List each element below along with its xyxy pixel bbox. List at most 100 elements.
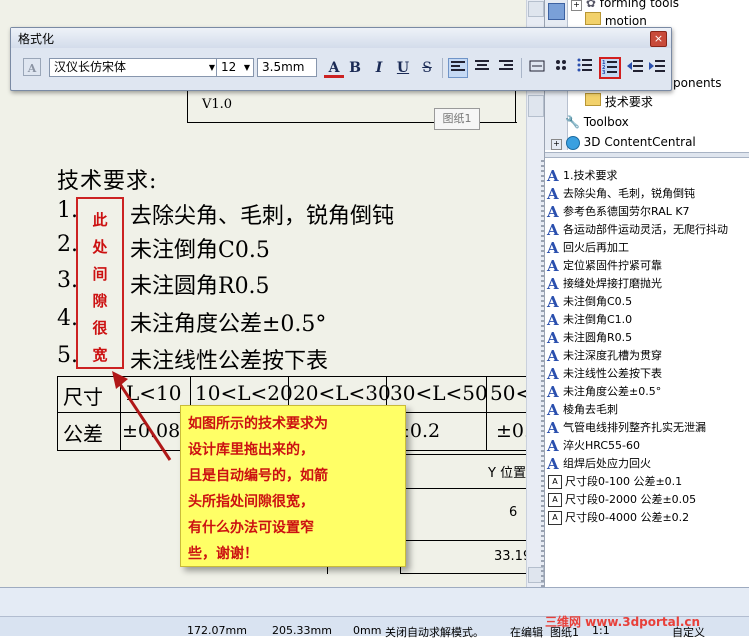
chevron-down-icon: ▼ [208,63,215,72]
symbol-icon [556,60,566,70]
title-block-line [400,488,527,489]
table-cell: 30<L<50 [390,381,488,405]
close-button[interactable]: × [650,31,667,47]
item-number: 3. [57,268,78,293]
font-size-select[interactable]: 12 ▼ [216,58,254,77]
tree-item[interactable]: 技术要求 [585,93,653,111]
scroll-up-button[interactable] [528,1,544,17]
library-item[interactable]: A 定位紧固件拧紧可靠 [547,257,662,274]
panel-splitter[interactable] [545,152,749,158]
item-text: 去除尖角、毛刺，锐角倒钝 [130,204,395,229]
note-a-icon: A [547,346,559,365]
note-a-icon: A [547,166,559,185]
library-item[interactable]: A 组焊后处应力回火 [547,455,651,472]
callout-line: 如图所示的技术要求为 [188,416,328,432]
note-char: 隙 [92,292,108,310]
note-a-icon: A [547,454,559,473]
callout-line: 设计库里拖出来的， [188,442,314,458]
library-item[interactable]: A 棱角去毛刺 [547,401,618,418]
chevron-down-icon: ▼ [243,63,250,72]
library-item[interactable]: A 去除尖角、毛刺，锐角倒钝 [547,185,695,202]
sheet-tooltip: 图纸1 [434,108,480,130]
canvas-view-icon[interactable] [528,95,544,117]
library-item[interactable]: A 尺寸段0-2000 公差±0.05 [547,491,696,508]
library-item[interactable]: A 未注圆角R0.5 [547,329,632,346]
status-z: 0mm [353,624,382,637]
fit-text-button[interactable] [527,58,547,78]
decrease-indent-button[interactable] [625,58,645,78]
library-item[interactable]: A 参考色系德国劳尔RAL K7 [547,203,690,220]
format-toolbar-window[interactable]: 格式化 × A 汉仪长仿宋体 ▼ 12 ▼ 3.5mm A B I U S 123 [10,27,672,91]
italic-button[interactable]: I [369,58,389,78]
folder-icon [585,93,601,106]
library-item[interactable]: A 尺寸段0-100 公差±0.1 [547,473,682,490]
style-icon[interactable]: A [23,58,41,76]
note-char: 间 [92,265,108,283]
note-char: 宽 [92,346,108,364]
increase-indent-button[interactable] [647,58,667,78]
strikethrough-button[interactable]: S [417,58,437,78]
toolbox-icon: 🔧 [565,115,580,129]
symbol-button[interactable] [551,58,571,78]
gear-icon: ✿ [585,0,596,10]
library-item[interactable]: A 未注线性公差按下表 [547,365,662,382]
library-item[interactable]: A 淬火HRC55-60 [547,437,640,454]
underline-button[interactable]: U [393,58,413,78]
note-a-icon: A [547,292,559,311]
note-a-icon: A [547,238,559,257]
decrease-indent-icon [627,60,643,72]
align-left-icon [451,61,465,71]
library-item[interactable]: A 接缝处焊接打磨抛光 [547,275,662,292]
align-right-icon [499,60,513,70]
library-item[interactable]: A 尺寸段0-4000 公差±0.2 [547,509,689,526]
library-item[interactable]: A 气管电线排列整齐扎实无泄漏 [547,419,706,436]
note-a-icon: A [547,202,559,221]
align-right-button[interactable] [496,58,516,78]
tree-label: 3D ContentCentral [583,135,696,149]
note-a-icon: A [547,256,559,275]
bullets-icon [577,58,592,72]
tree-label: ponents [673,76,722,90]
library-item[interactable]: A 未注倒角C1.0 [547,311,632,328]
expand-icon[interactable]: + [551,139,562,150]
align-left-button[interactable] [448,58,468,78]
table-border [57,376,58,450]
font-family-select[interactable]: 汉仪长仿宋体 ▼ [49,58,219,77]
svg-text:3: 3 [602,70,606,75]
note-a-icon: A [547,328,559,347]
library-item[interactable]: A 未注角度公差±0.5° [547,383,661,400]
note-char: 处 [92,238,108,256]
tree-label: forming tools [599,0,680,10]
library-icon[interactable] [548,3,565,20]
panel-grip[interactable] [541,160,545,587]
item-number: 5. [57,343,78,368]
library-item[interactable]: A 1.技术要求 [547,167,618,184]
tree-item-toolbox[interactable]: 🔧 Toolbox [565,113,629,131]
bullets-button[interactable] [575,58,595,78]
tree-item-3dcc[interactable]: + 3D ContentCentral [551,133,696,151]
tree-label: Toolbox [583,115,629,129]
height-input[interactable]: 3.5mm [257,58,317,77]
expand-icon[interactable]: + [571,0,582,11]
library-item[interactable]: A 未注深度孔槽为贯穿 [547,347,662,364]
numbering-button[interactable]: 123 [599,57,621,79]
separator [521,58,522,78]
y-position-label: Y 位置 [488,466,527,481]
library-item[interactable]: A 未注倒角C0.5 [547,293,632,310]
library-item[interactable]: A 回火后再加工 [547,239,629,256]
toolbar-titlebar[interactable]: 格式化 × [11,28,671,48]
tree-item[interactable]: ponents [673,74,722,92]
note-a-icon: A [547,274,559,293]
block-icon: A [548,493,562,507]
table-cell: 尺寸 [63,385,103,409]
tree-label: 技术要求 [604,95,653,109]
table-cell: 公差 [63,422,103,446]
watermark-text: 三维网 www.3dportal.cn [545,615,701,629]
item-text: 未注倒角C0.5 [130,238,270,263]
tree-item[interactable]: + ✿ forming tools [571,0,679,12]
note-a-icon: A [547,184,559,203]
library-item[interactable]: A 各运动部件运动灵活，无爬行抖动 [547,221,728,238]
bold-button[interactable]: B [345,58,365,78]
align-center-button[interactable] [472,58,492,78]
font-color-button[interactable]: A [324,58,344,78]
